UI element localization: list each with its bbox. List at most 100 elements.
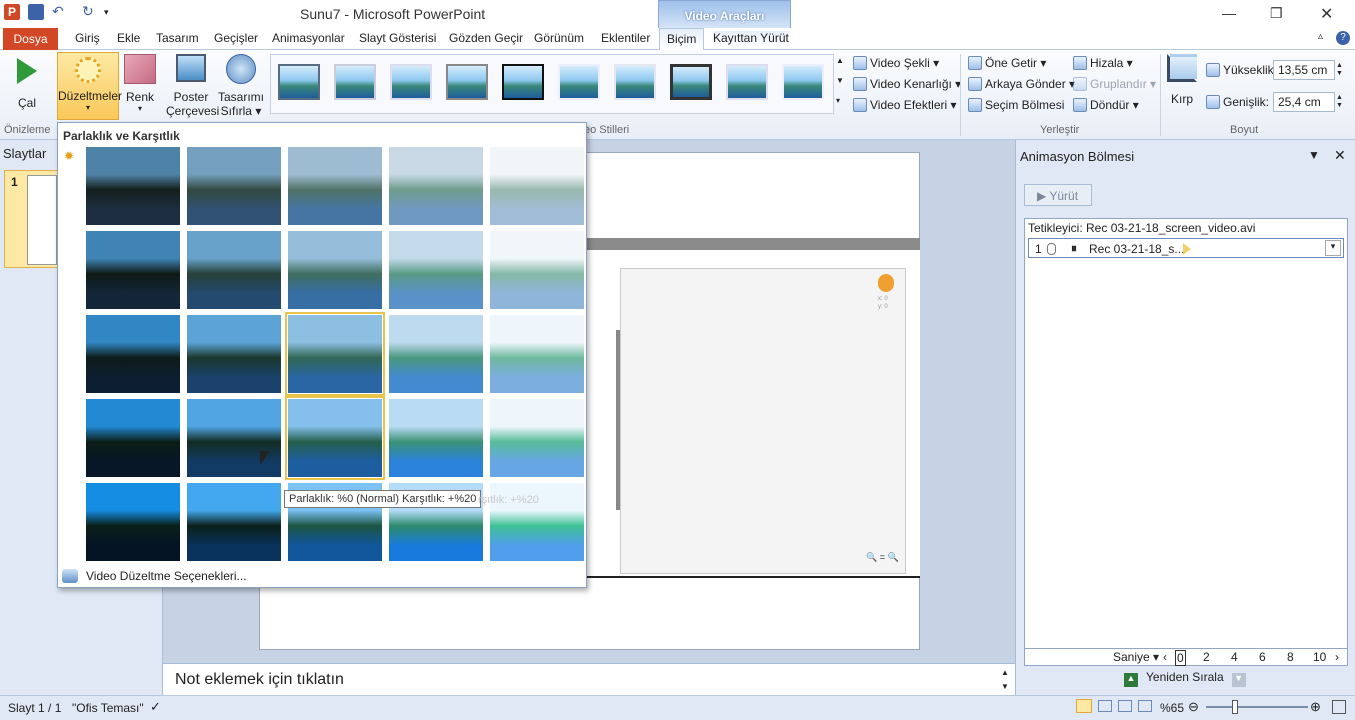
tab-animations[interactable]: Animasyonlar (272, 31, 345, 45)
tab-playback[interactable]: Kayıttan Yürüt (713, 31, 789, 45)
video-style-thumb[interactable] (614, 64, 656, 100)
pane-options-icon[interactable]: ▼ (1308, 148, 1320, 162)
close-icon[interactable]: ✕ (1320, 4, 1333, 24)
brightness-contrast-option[interactable] (288, 231, 382, 309)
spelling-icon[interactable]: ✓ (150, 699, 161, 715)
tab-home[interactable]: Giriş (75, 31, 100, 45)
play-button[interactable]: Çal (10, 56, 44, 110)
video-style-thumb[interactable] (334, 64, 376, 100)
tab-format[interactable]: Biçim (659, 28, 705, 51)
brightness-contrast-option[interactable] (288, 147, 382, 225)
video-border-button[interactable]: Video Kenarlığı ▾ (853, 77, 961, 91)
crop-button[interactable]: Kırp (1165, 54, 1199, 106)
brightness-contrast-option[interactable] (490, 147, 584, 225)
video-shape-button[interactable]: Video Şekli ▾ (853, 56, 939, 70)
slide-thumbnail[interactable] (27, 175, 57, 265)
brightness-contrast-option[interactable] (490, 399, 584, 477)
zoom-out-icon[interactable]: ⊖ (1188, 699, 1199, 715)
zoom-slider[interactable] (1206, 706, 1308, 708)
move-up-icon[interactable]: ▲ (1124, 673, 1138, 687)
move-down-icon[interactable]: ▼ (1231, 673, 1246, 687)
notes-pane[interactable]: Not eklemek için tıklatın ▲ ▼ (163, 663, 1015, 695)
video-style-thumb[interactable] (782, 64, 824, 100)
gallery-scroll-down-icon[interactable]: ▼ (836, 76, 844, 85)
customize-quick-access-icon[interactable]: ▾ (104, 4, 120, 20)
redo-icon[interactable]: ↻ (82, 4, 98, 20)
brightness-contrast-option[interactable] (187, 147, 281, 225)
slides-tab[interactable]: Slaytlar (3, 146, 46, 161)
reset-design-button[interactable]: Tasarımı Sıfırla ▾ (218, 54, 264, 118)
brightness-contrast-option[interactable] (187, 483, 281, 561)
play-animation-button[interactable]: ▶ Yürüt (1024, 184, 1092, 206)
zoom-in-icon[interactable]: ⊕ (1310, 699, 1321, 715)
video-style-thumb[interactable] (726, 64, 768, 100)
video-correction-options[interactable]: Video Düzeltme Seçenekleri... (62, 569, 247, 583)
seconds-dropdown[interactable]: Saniye ▾ (1113, 650, 1159, 664)
fit-slide-icon[interactable] (1332, 700, 1346, 714)
notes-scroll-down-icon[interactable]: ▼ (1001, 682, 1009, 691)
brightness-contrast-option[interactable] (187, 399, 281, 477)
pane-close-icon[interactable]: ✕ (1334, 147, 1346, 164)
group-button[interactable]: Gruplandır ▾ (1073, 77, 1156, 91)
tab-insert[interactable]: Ekle (117, 31, 140, 45)
normal-view-icon[interactable] (1076, 699, 1092, 713)
brightness-contrast-option[interactable] (490, 315, 584, 393)
video-style-thumb[interactable] (502, 64, 544, 100)
video-style-thumb[interactable] (390, 64, 432, 100)
animation-item[interactable]: 1 ⏸ Rec 03-21-18_s... ▾ (1028, 238, 1344, 258)
brightness-contrast-option[interactable] (285, 396, 385, 480)
bring-forward-button[interactable]: Öne Getir ▾ (968, 56, 1046, 70)
help-question-icon[interactable]: ? (1336, 31, 1350, 45)
slideshow-view-icon[interactable] (1138, 700, 1152, 712)
video-style-thumb[interactable] (670, 64, 712, 100)
brightness-contrast-option[interactable] (86, 231, 180, 309)
rotate-button[interactable]: Döndür ▾ (1073, 98, 1139, 112)
tab-transitions[interactable]: Geçişler (214, 31, 258, 45)
undo-icon[interactable]: ↶ (52, 4, 68, 20)
brightness-contrast-option[interactable] (389, 315, 483, 393)
timeline-next-icon[interactable]: › (1335, 650, 1339, 664)
brightness-contrast-option[interactable] (86, 483, 180, 561)
tab-review[interactable]: Gözden Geçir (449, 31, 523, 45)
zoom-level[interactable]: %65 (1160, 701, 1184, 715)
video-style-thumb[interactable] (558, 64, 600, 100)
notes-scroll-up-icon[interactable]: ▲ (1001, 668, 1009, 677)
tab-file[interactable]: Dosya (3, 28, 58, 50)
tab-view[interactable]: Görünüm (534, 31, 584, 45)
send-backward-button[interactable]: Arkaya Gönder ▾ (968, 77, 1075, 91)
brightness-contrast-option[interactable] (389, 231, 483, 309)
height-spinner-icon[interactable]: ▲ ▼ (1336, 62, 1343, 78)
zoom-slider-thumb[interactable] (1232, 700, 1238, 714)
brightness-contrast-option[interactable] (389, 147, 483, 225)
brightness-contrast-option[interactable] (490, 231, 584, 309)
video-style-thumb[interactable] (446, 64, 488, 100)
gallery-more-icon[interactable]: ▾ (836, 96, 840, 105)
brightness-contrast-option[interactable] (187, 315, 281, 393)
reading-view-icon[interactable] (1118, 700, 1132, 712)
tab-design[interactable]: Tasarım (156, 31, 199, 45)
slide-sorter-icon[interactable] (1098, 700, 1112, 712)
width-field[interactable]: 25,4 cm (1273, 92, 1335, 112)
poster-frame-button[interactable]: Poster Çerçevesi ▾ (166, 54, 219, 132)
brightness-contrast-option[interactable] (187, 231, 281, 309)
gallery-scroll-up-icon[interactable]: ▲ (836, 56, 844, 65)
selection-pane-button[interactable]: Seçim Bölmesi (968, 98, 1064, 112)
video-effects-button[interactable]: Video Efektleri ▾ (853, 98, 957, 112)
powerpoint-app-icon[interactable]: P (4, 4, 20, 20)
color-button[interactable]: Renk ▾ (122, 54, 158, 113)
restore-icon[interactable]: ❐ (1270, 5, 1283, 22)
item-dropdown-icon[interactable]: ▾ (1325, 240, 1341, 256)
height-field[interactable]: 13,55 cm (1273, 60, 1335, 80)
brightness-contrast-option[interactable] (86, 147, 180, 225)
align-button[interactable]: Hizala ▾ (1073, 56, 1133, 70)
brightness-contrast-option[interactable] (389, 399, 483, 477)
video-style-thumb[interactable] (278, 64, 320, 100)
minimize-icon[interactable]: — (1222, 5, 1236, 21)
brightness-contrast-option[interactable] (285, 312, 385, 396)
width-spinner-icon[interactable]: ▲ ▼ (1336, 94, 1343, 110)
timeline-prev-icon[interactable]: ‹ (1163, 650, 1167, 664)
tab-slideshow[interactable]: Slayt Gösterisi (359, 31, 436, 45)
brightness-contrast-option[interactable] (86, 399, 180, 477)
tab-addins[interactable]: Eklentiler (601, 31, 650, 45)
brightness-contrast-option[interactable] (86, 315, 180, 393)
